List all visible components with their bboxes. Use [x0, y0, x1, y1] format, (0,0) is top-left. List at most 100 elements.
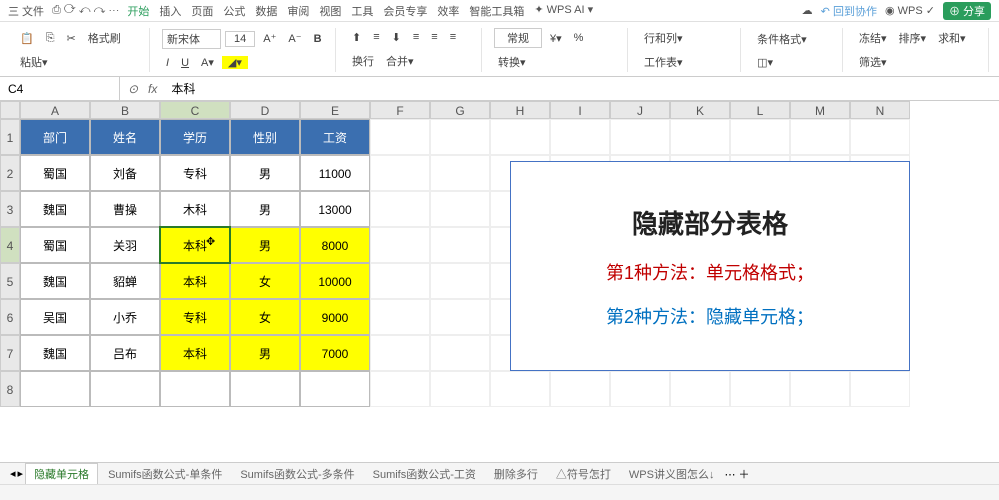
empty-cell[interactable] — [550, 371, 610, 407]
empty-cell[interactable] — [370, 371, 430, 407]
table-cell[interactable]: 女 — [230, 299, 300, 335]
col-header[interactable]: E — [300, 101, 370, 119]
tab-6[interactable]: WPS讲义图怎么↓ — [621, 464, 723, 484]
tab-2[interactable]: Sumifs函数公式-多条件 — [232, 464, 362, 484]
row-header[interactable]: 6 — [0, 299, 20, 335]
empty-cell[interactable] — [430, 155, 490, 191]
table-cell[interactable]: 本科 — [160, 335, 230, 371]
empty-cell[interactable] — [670, 371, 730, 407]
copy-button[interactable]: ⎘ — [42, 30, 59, 47]
col-header[interactable]: G — [430, 101, 490, 119]
table-cell[interactable]: 专科 — [160, 299, 230, 335]
paste-button[interactable]: 📋 — [16, 30, 38, 47]
sum-button[interactable]: 求和▾ — [934, 28, 970, 48]
table-cell[interactable]: 8000 — [300, 227, 370, 263]
font-select[interactable]: 新宋体 — [162, 29, 221, 49]
empty-cell[interactable] — [790, 371, 850, 407]
font-size[interactable]: 14 — [225, 31, 255, 47]
table-header[interactable]: 性别 — [230, 119, 300, 155]
table-cell[interactable]: 蜀国 — [20, 227, 90, 263]
empty-cell[interactable] — [430, 299, 490, 335]
row-header[interactable]: 8 — [0, 371, 20, 407]
empty-cell[interactable] — [430, 191, 490, 227]
convert-button[interactable]: 转换▾ — [494, 52, 530, 72]
wrap-text[interactable]: 换行 — [348, 51, 378, 71]
empty-cell[interactable] — [430, 119, 490, 155]
italic-button[interactable]: I — [162, 55, 173, 71]
empty-cell[interactable] — [370, 299, 430, 335]
empty-cell[interactable] — [430, 263, 490, 299]
paste-dropdown[interactable]: 粘贴▾ — [16, 52, 52, 72]
table-cell[interactable]: 小乔 — [90, 299, 160, 335]
empty-cell[interactable] — [850, 119, 910, 155]
empty-cell[interactable] — [610, 371, 670, 407]
table-cell[interactable]: 本科 — [160, 263, 230, 299]
table-cell[interactable]: 魏国 — [20, 191, 90, 227]
menu-review[interactable]: 审阅 — [287, 3, 309, 19]
freeze-panes[interactable]: 冻结▾ — [855, 28, 891, 48]
align-right[interactable]: ≡ — [446, 29, 460, 45]
empty-cell[interactable] — [370, 263, 430, 299]
tab-nav-prev[interactable]: ▸ — [18, 467, 24, 480]
table-cell[interactable]: 13000 — [300, 191, 370, 227]
cloud-icon[interactable]: ☁ — [802, 4, 813, 17]
align-left[interactable]: ≡ — [409, 29, 423, 45]
table-header[interactable]: 工资 — [300, 119, 370, 155]
fill-color[interactable]: ◢▾ — [222, 56, 248, 69]
table-header[interactable]: 姓名 — [90, 119, 160, 155]
name-box[interactable]: C4 — [0, 77, 120, 100]
table-cell[interactable]: 刘备 — [90, 155, 160, 191]
table-cell[interactable]: 貂蝉 — [90, 263, 160, 299]
empty-cell[interactable] — [550, 119, 610, 155]
table-cell[interactable]: 关羽 — [90, 227, 160, 263]
table-header[interactable]: 部门 — [20, 119, 90, 155]
align-center[interactable]: ≡ — [427, 29, 441, 45]
table-cell[interactable] — [90, 371, 160, 407]
tab-5[interactable]: △符号怎打 — [548, 464, 619, 484]
empty-cell[interactable] — [370, 191, 430, 227]
fx-icon[interactable]: ⊙ fx — [120, 82, 165, 96]
empty-cell[interactable] — [370, 119, 430, 155]
worksheet-btn[interactable]: 工作表▾ — [640, 52, 687, 72]
cell-style[interactable]: ◫▾ — [753, 54, 777, 71]
table-cell[interactable]: 魏国 — [20, 263, 90, 299]
empty-cell[interactable] — [730, 119, 790, 155]
col-header[interactable] — [0, 101, 20, 119]
row-header[interactable]: 7 — [0, 335, 20, 371]
number-format[interactable]: 常规 — [494, 28, 542, 48]
font-color[interactable]: A▾ — [197, 54, 218, 71]
spreadsheet-area[interactable]: ABCDEFGHIJKLMN1部门姓名学历性别工资2蜀国刘备专科男110003魏… — [0, 101, 999, 481]
format-painter[interactable]: 格式刷 — [84, 28, 125, 48]
tab-nav-first[interactable]: ◂ — [10, 467, 16, 480]
table-cell[interactable]: 男 — [230, 191, 300, 227]
cut-button[interactable]: ✂ — [63, 30, 80, 47]
col-header[interactable]: H — [490, 101, 550, 119]
row-header[interactable]: 3 — [0, 191, 20, 227]
table-cell[interactable]: 吴国 — [20, 299, 90, 335]
col-header[interactable]: I — [550, 101, 610, 119]
wps-ai[interactable]: ✦ WPS AI ▾ — [534, 3, 593, 19]
table-cell[interactable] — [300, 371, 370, 407]
table-cell[interactable]: 吕布 — [90, 335, 160, 371]
menu-data[interactable]: 数据 — [255, 3, 277, 19]
table-cell[interactable] — [230, 371, 300, 407]
empty-cell[interactable] — [670, 119, 730, 155]
align-top[interactable]: ⬆ — [348, 29, 365, 46]
empty-cell[interactable] — [490, 371, 550, 407]
currency[interactable]: ¥▾ — [546, 30, 566, 47]
empty-cell[interactable] — [850, 371, 910, 407]
align-mid[interactable]: ≡ — [369, 29, 383, 45]
col-header[interactable]: A — [20, 101, 90, 119]
file-menu[interactable]: 三 文件 — [8, 3, 44, 19]
table-cell[interactable]: 女 — [230, 263, 300, 299]
formula-value[interactable]: 本科 — [165, 80, 201, 97]
filter-button[interactable]: 筛选▾ — [855, 52, 891, 72]
table-cell[interactable]: 男 — [230, 227, 300, 263]
decrease-font[interactable]: A⁻ — [284, 30, 305, 47]
row-header[interactable]: 4 — [0, 227, 20, 263]
col-header[interactable]: J — [610, 101, 670, 119]
menu-page[interactable]: 页面 — [191, 3, 213, 19]
align-bot[interactable]: ⬇ — [388, 29, 405, 46]
table-cell[interactable]: 蜀国 — [20, 155, 90, 191]
row-header[interactable]: 5 — [0, 263, 20, 299]
